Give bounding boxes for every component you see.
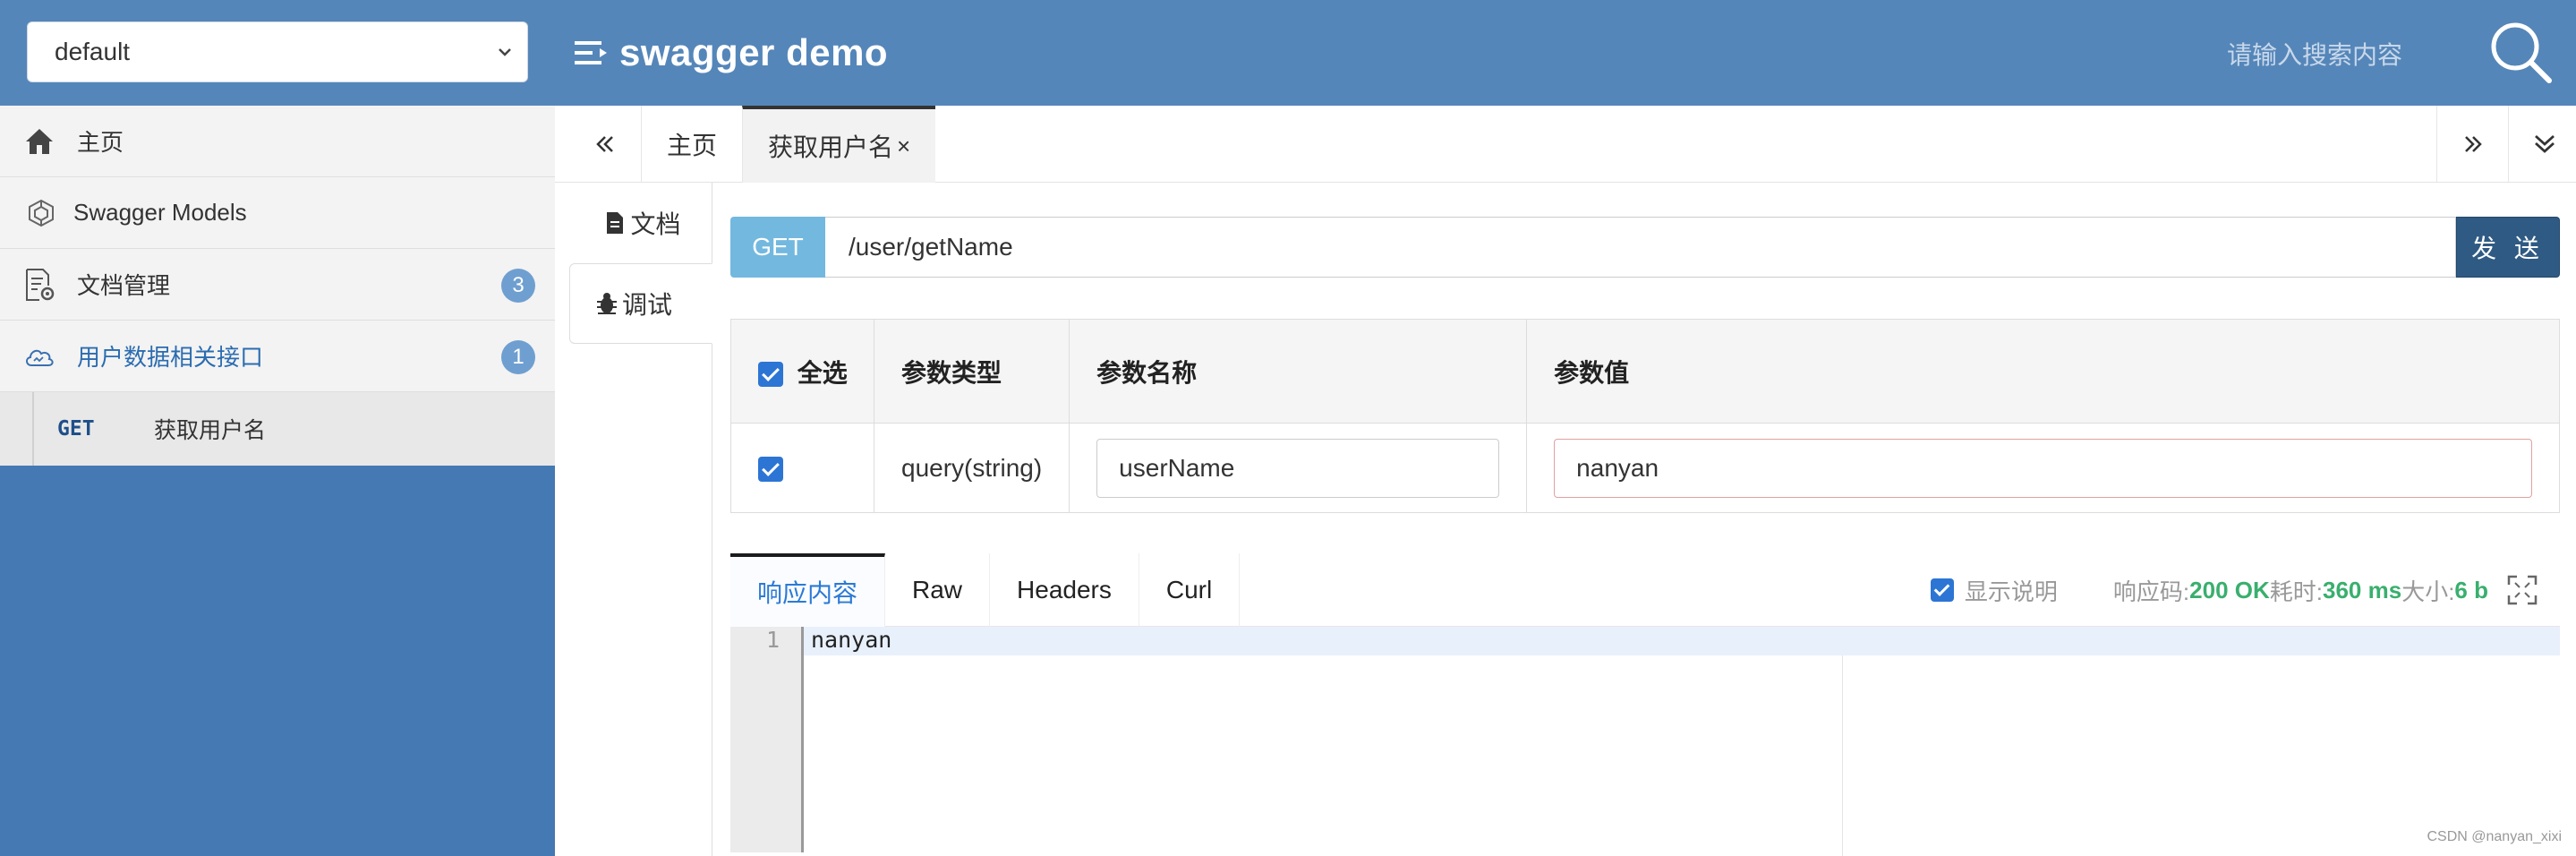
- show-desc-checkbox[interactable]: [1930, 578, 1954, 602]
- fullscreen-icon[interactable]: [2506, 574, 2538, 606]
- double-chevron-down-icon: [2534, 134, 2555, 153]
- tab-bar: 主页 获取用户名 ×: [555, 106, 2576, 183]
- param-type-cell: query(string): [873, 423, 1070, 513]
- sidebar-item-label: 用户数据相关接口: [77, 344, 264, 371]
- select-all-label: 全选: [797, 358, 848, 387]
- size-label: 大小:: [2401, 578, 2455, 605]
- param-name-input[interactable]: userName: [1096, 438, 1500, 498]
- col-header-name: 参数名称: [1069, 319, 1528, 424]
- tab-curl[interactable]: Curl: [1139, 553, 1241, 627]
- url-input[interactable]: /user/getName: [825, 217, 2456, 278]
- response-body: nanyan: [811, 627, 892, 653]
- bug-icon: [597, 293, 617, 314]
- sidebar-item-label: Swagger Models: [73, 199, 247, 226]
- status-code-label: 响应码:: [2112, 578, 2190, 605]
- tab-debug[interactable]: 调试: [569, 263, 712, 344]
- param-value-cell: nanyan: [1526, 423, 2560, 513]
- tab-raw[interactable]: Raw: [885, 553, 991, 627]
- count-badge: 1: [501, 340, 535, 374]
- doc-settings-icon: [21, 267, 57, 303]
- tab-label: 获取用户名: [768, 133, 894, 161]
- close-icon[interactable]: ×: [897, 133, 910, 160]
- tab-doc-label: 文档: [630, 210, 681, 238]
- response-editor[interactable]: 1 nanyan: [730, 627, 2560, 856]
- tab-doc[interactable]: 文档: [555, 183, 712, 263]
- app-title: swagger demo: [619, 31, 889, 73]
- sidebar-subitem-get-username[interactable]: GET 获取用户名: [0, 392, 555, 466]
- brand: swagger demo: [573, 27, 888, 79]
- row-check-cell: [730, 423, 874, 513]
- tab-debug-label: 调试: [622, 291, 673, 319]
- scroll-tabs-left-button[interactable]: [578, 106, 632, 183]
- editor-gutter: 1: [730, 627, 804, 852]
- active-line-highlight: [804, 627, 2560, 655]
- chevron-down-icon: [499, 48, 511, 56]
- tabs: 主页 获取用户名 ×: [641, 106, 936, 183]
- sidebar-item-doc-management[interactable]: 文档管理 3: [0, 249, 555, 321]
- home-icon: [21, 124, 57, 159]
- http-method-badge: GET: [730, 217, 825, 278]
- double-chevron-right-icon: [2464, 136, 2482, 152]
- response-meta: 显示说明 响应码: 200 OK 耗时: 360 ms 大小: 6 b: [1930, 553, 2560, 627]
- sidebar: 主页 Swagger Models 文档管理 3 用户数据相关接口 1 GET …: [0, 106, 555, 856]
- tab-home[interactable]: 主页: [641, 106, 742, 183]
- line-number: 1: [765, 627, 780, 653]
- search-icon[interactable]: [2486, 18, 2555, 86]
- tab-menu-button[interactable]: [2508, 106, 2576, 183]
- tab-response-content[interactable]: 响应内容: [730, 553, 886, 627]
- file-icon: [607, 212, 624, 234]
- row-checkbox[interactable]: [758, 457, 783, 483]
- show-desc-label: 显示说明: [1964, 578, 2058, 605]
- sidebar-item-label: 主页: [77, 129, 124, 156]
- time-label: 耗时:: [2269, 578, 2323, 605]
- sidebar-item-swagger-models[interactable]: Swagger Models: [0, 177, 555, 249]
- status-code-value: 200 OK: [2189, 576, 2270, 603]
- param-name-cell: userName: [1069, 423, 1528, 513]
- doc-debug-tabs: 文档 调试: [555, 183, 712, 856]
- response-tabs: 响应内容 Raw Headers Curl 显示说明 响应码: 200 OK 耗…: [730, 553, 2560, 627]
- sidebar-menu: 主页 Swagger Models 文档管理 3 用户数据相关接口 1 GET …: [0, 106, 555, 466]
- param-value-input[interactable]: nanyan: [1554, 438, 2532, 498]
- sidebar-item-label: 文档管理: [77, 272, 171, 299]
- count-badge: 3: [501, 269, 535, 303]
- search-input[interactable]: 请输入搜索内容: [2227, 36, 2402, 72]
- col-header-value: 参数值: [1526, 319, 2560, 424]
- time-value: 360 ms: [2323, 576, 2402, 603]
- tab-label: 主页: [667, 132, 718, 159]
- send-button[interactable]: 发 送: [2456, 217, 2560, 278]
- col-header-type: 参数类型: [873, 319, 1070, 424]
- table-row: query(string) userName nanyan: [730, 423, 2560, 513]
- sidebar-subitem-label: 获取用户名: [154, 418, 267, 443]
- cloud-icon: [21, 338, 57, 374]
- scroll-tabs-right-button[interactable]: [2436, 106, 2508, 183]
- sidebar-item-user-apis[interactable]: 用户数据相关接口 1: [0, 321, 555, 392]
- print-margin: [1842, 655, 1843, 856]
- menu-toggle-icon[interactable]: [573, 38, 609, 68]
- models-icon: [23, 195, 59, 231]
- http-method-tag: GET: [57, 417, 95, 441]
- group-select-value: default: [55, 38, 131, 65]
- top-header: default swagger demo 请输入搜索内容: [0, 0, 2576, 106]
- params-table: 全选 参数类型 参数名称 参数值 query(string) userName …: [730, 319, 2560, 513]
- tab-headers[interactable]: Headers: [990, 553, 1139, 627]
- sidebar-item-home[interactable]: 主页: [0, 106, 555, 177]
- request-bar: GET /user/getName 发 送: [730, 217, 2560, 278]
- tab-get-username[interactable]: 获取用户名 ×: [742, 106, 936, 183]
- double-chevron-left-icon: [596, 136, 613, 152]
- size-value: 6 b: [2454, 576, 2488, 603]
- watermark: CSDN @nanyan_xixi: [2427, 829, 2562, 844]
- select-all-header[interactable]: 全选: [730, 319, 874, 424]
- params-header-row: 全选 参数类型 参数名称 参数值: [730, 319, 2560, 424]
- group-select[interactable]: default: [27, 21, 528, 82]
- select-all-checkbox[interactable]: [758, 362, 783, 388]
